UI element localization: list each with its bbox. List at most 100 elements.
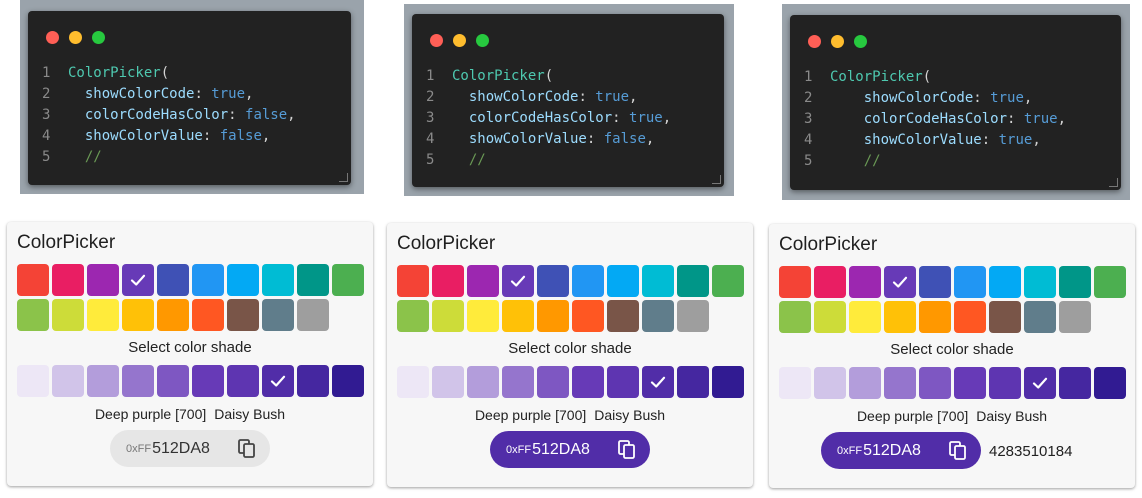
- close-dot-icon[interactable]: [430, 34, 443, 47]
- minimize-dot-icon[interactable]: [453, 34, 466, 47]
- color-swatch[interactable]: [297, 299, 329, 331]
- shade-swatch[interactable]: [297, 365, 329, 397]
- color-swatch[interactable]: [537, 300, 569, 332]
- shade-swatch[interactable]: [572, 366, 604, 398]
- color-swatch[interactable]: [227, 299, 259, 331]
- color-swatch[interactable]: [919, 266, 951, 298]
- shade-swatch[interactable]: [262, 365, 294, 397]
- shade-swatch[interactable]: [884, 367, 916, 399]
- shade-swatch[interactable]: [954, 367, 986, 399]
- color-swatch[interactable]: [467, 265, 499, 297]
- shade-swatch[interactable]: [17, 365, 49, 397]
- color-swatch[interactable]: [1059, 301, 1091, 333]
- color-swatch[interactable]: [884, 301, 916, 333]
- color-swatch[interactable]: [52, 264, 84, 296]
- color-swatch[interactable]: [1094, 266, 1126, 298]
- code-editor[interactable]: 1 ColorPicker(2 showColorCode: true, 3 col…: [412, 14, 724, 187]
- color-swatch[interactable]: [262, 264, 294, 296]
- color-swatch[interactable]: [502, 265, 534, 297]
- shade-swatch[interactable]: [397, 366, 429, 398]
- color-swatch[interactable]: [87, 299, 119, 331]
- color-swatch[interactable]: [919, 301, 951, 333]
- shade-swatch[interactable]: [814, 367, 846, 399]
- copy-icon[interactable]: [618, 440, 636, 460]
- shade-swatch[interactable]: [849, 367, 881, 399]
- shade-swatch[interactable]: [919, 367, 951, 399]
- color-swatch[interactable]: [712, 265, 744, 297]
- color-swatch[interactable]: [814, 266, 846, 298]
- close-dot-icon[interactable]: [46, 31, 59, 44]
- color-swatch[interactable]: [157, 264, 189, 296]
- color-swatch[interactable]: [432, 265, 464, 297]
- minimize-dot-icon[interactable]: [831, 35, 844, 48]
- shade-swatch[interactable]: [712, 366, 744, 398]
- minimize-dot-icon[interactable]: [69, 31, 82, 44]
- copy-icon[interactable]: [949, 441, 967, 461]
- color-code-chip[interactable]: 0xFF 512DA8: [110, 430, 270, 467]
- color-swatch[interactable]: [779, 301, 811, 333]
- shade-swatch[interactable]: [677, 366, 709, 398]
- shade-swatch[interactable]: [432, 366, 464, 398]
- color-swatch[interactable]: [572, 300, 604, 332]
- color-swatch[interactable]: [502, 300, 534, 332]
- maximize-dot-icon[interactable]: [854, 35, 867, 48]
- color-swatch[interactable]: [87, 264, 119, 296]
- color-swatch[interactable]: [677, 265, 709, 297]
- color-swatch[interactable]: [989, 266, 1021, 298]
- resize-grip-icon[interactable]: [339, 173, 348, 182]
- color-swatch[interactable]: [884, 266, 916, 298]
- color-swatch[interactable]: [262, 299, 294, 331]
- color-swatch[interactable]: [572, 265, 604, 297]
- color-swatch[interactable]: [677, 300, 709, 332]
- close-dot-icon[interactable]: [808, 35, 821, 48]
- shade-swatch[interactable]: [537, 366, 569, 398]
- color-swatch[interactable]: [192, 264, 224, 296]
- shade-swatch[interactable]: [1059, 367, 1091, 399]
- color-swatch[interactable]: [192, 299, 224, 331]
- color-swatch[interactable]: [397, 265, 429, 297]
- color-swatch[interactable]: [157, 299, 189, 331]
- color-swatch[interactable]: [954, 301, 986, 333]
- color-swatch[interactable]: [122, 299, 154, 331]
- copy-icon[interactable]: [238, 439, 256, 459]
- code-editor[interactable]: 1 ColorPicker(2 showColorCode: true, 3 col…: [28, 11, 351, 185]
- shade-swatch[interactable]: [122, 365, 154, 397]
- color-swatch[interactable]: [1024, 301, 1056, 333]
- color-swatch[interactable]: [642, 300, 674, 332]
- color-swatch[interactable]: [1059, 266, 1091, 298]
- color-swatch[interactable]: [537, 265, 569, 297]
- color-swatch[interactable]: [779, 266, 811, 298]
- color-swatch[interactable]: [849, 266, 881, 298]
- color-swatch[interactable]: [954, 266, 986, 298]
- maximize-dot-icon[interactable]: [476, 34, 489, 47]
- shade-swatch[interactable]: [989, 367, 1021, 399]
- code-editor[interactable]: 1 ColorPicker(2 showColorCode: true, 3 col…: [790, 15, 1121, 190]
- color-swatch[interactable]: [122, 264, 154, 296]
- resize-grip-icon[interactable]: [712, 175, 721, 184]
- color-swatch[interactable]: [227, 264, 259, 296]
- color-swatch[interactable]: [607, 300, 639, 332]
- shade-swatch[interactable]: [467, 366, 499, 398]
- color-swatch[interactable]: [1024, 266, 1056, 298]
- shade-swatch[interactable]: [227, 365, 259, 397]
- color-swatch[interactable]: [17, 299, 49, 331]
- color-swatch[interactable]: [814, 301, 846, 333]
- color-swatch[interactable]: [432, 300, 464, 332]
- resize-grip-icon[interactable]: [1109, 178, 1118, 187]
- shade-swatch[interactable]: [1024, 367, 1056, 399]
- shade-swatch[interactable]: [779, 367, 811, 399]
- color-swatch[interactable]: [297, 264, 329, 296]
- color-swatch[interactable]: [989, 301, 1021, 333]
- color-swatch[interactable]: [332, 264, 364, 296]
- shade-swatch[interactable]: [642, 366, 674, 398]
- color-swatch[interactable]: [642, 265, 674, 297]
- color-swatch[interactable]: [467, 300, 499, 332]
- shade-swatch[interactable]: [502, 366, 534, 398]
- shade-swatch[interactable]: [332, 365, 364, 397]
- shade-swatch[interactable]: [87, 365, 119, 397]
- color-swatch[interactable]: [52, 299, 84, 331]
- shade-swatch[interactable]: [192, 365, 224, 397]
- shade-swatch[interactable]: [1094, 367, 1126, 399]
- color-code-chip[interactable]: 0xFF 512DA8: [490, 431, 650, 468]
- shade-swatch[interactable]: [607, 366, 639, 398]
